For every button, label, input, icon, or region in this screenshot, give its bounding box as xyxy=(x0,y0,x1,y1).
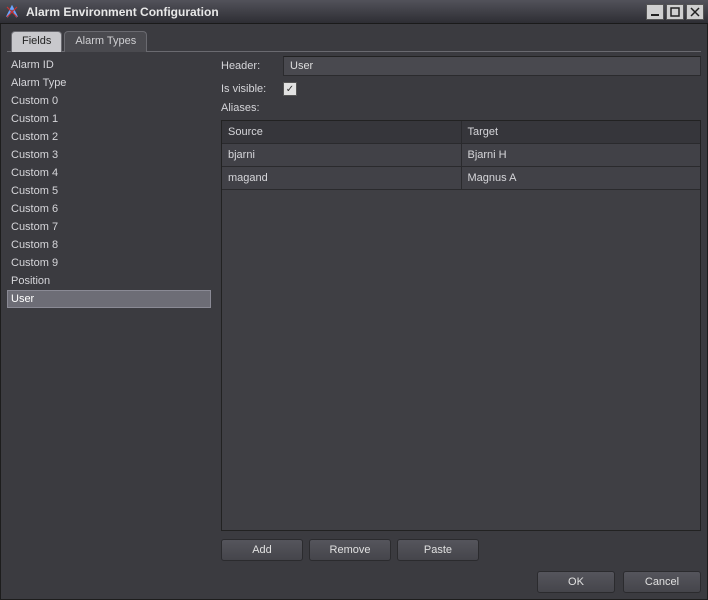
aliases-column-header[interactable]: Target xyxy=(462,121,701,143)
aliases-body: bjarniBjarni HmagandMagnus A xyxy=(222,144,700,530)
add-button[interactable]: Add xyxy=(221,539,303,561)
aliases-column-header[interactable]: Source xyxy=(222,121,462,143)
minimize-button[interactable] xyxy=(646,4,664,20)
tab-fields[interactable]: Fields xyxy=(11,31,62,52)
close-button[interactable] xyxy=(686,4,704,20)
tab-content: Alarm IDAlarm TypeCustom 0Custom 1Custom… xyxy=(7,52,701,561)
field-item[interactable]: Alarm Type xyxy=(7,74,211,92)
ok-button[interactable]: OK xyxy=(537,571,615,593)
aliases-row[interactable]: magandMagnus A xyxy=(222,167,700,190)
aliases-cell[interactable]: Magnus A xyxy=(462,167,701,189)
field-item[interactable]: Custom 5 xyxy=(7,182,211,200)
field-item[interactable]: Alarm ID xyxy=(7,56,211,74)
fields-list[interactable]: Alarm IDAlarm TypeCustom 0Custom 1Custom… xyxy=(7,56,211,561)
aliases-cell[interactable]: bjarni xyxy=(222,144,462,166)
aliases-label-row: Aliases: xyxy=(221,102,701,114)
field-item[interactable]: Custom 8 xyxy=(7,236,211,254)
aliases-table: SourceTarget bjarniBjarni HmagandMagnus … xyxy=(221,120,701,531)
header-row: Header: xyxy=(221,56,701,76)
header-input[interactable] xyxy=(283,56,701,76)
field-item[interactable]: Custom 1 xyxy=(7,110,211,128)
maximize-button[interactable] xyxy=(666,4,684,20)
paste-button[interactable]: Paste xyxy=(397,539,479,561)
window-controls xyxy=(646,4,704,20)
field-item[interactable]: Custom 7 xyxy=(7,218,211,236)
field-item[interactable]: Custom 2 xyxy=(7,128,211,146)
field-item[interactable]: Custom 4 xyxy=(7,164,211,182)
field-item[interactable]: Custom 9 xyxy=(7,254,211,272)
aliases-button-row: Add Remove Paste xyxy=(221,539,701,561)
cancel-button[interactable]: Cancel xyxy=(623,571,701,593)
aliases-label: Aliases: xyxy=(221,102,283,114)
tab-alarm-types[interactable]: Alarm Types xyxy=(64,31,147,52)
remove-button[interactable]: Remove xyxy=(309,539,391,561)
field-item[interactable]: Position xyxy=(7,272,211,290)
aliases-cell[interactable]: magand xyxy=(222,167,462,189)
window-title: Alarm Environment Configuration xyxy=(26,5,646,19)
aliases-row[interactable]: bjarniBjarni H xyxy=(222,144,700,167)
is-visible-checkbox[interactable]: ✓ xyxy=(283,82,297,96)
aliases-header-row: SourceTarget xyxy=(222,121,700,144)
app-icon xyxy=(4,4,20,20)
field-item[interactable]: Custom 6 xyxy=(7,200,211,218)
dialog-footer: OK Cancel xyxy=(7,561,701,593)
is-visible-label: Is visible: xyxy=(221,83,283,95)
right-panel: Header: Is visible: ✓ Aliases: SourceTar… xyxy=(221,56,701,561)
field-item[interactable]: User xyxy=(7,290,211,308)
aliases-cell[interactable]: Bjarni H xyxy=(462,144,701,166)
window-body: FieldsAlarm Types Alarm IDAlarm TypeCust… xyxy=(0,24,708,600)
titlebar: Alarm Environment Configuration xyxy=(0,0,708,24)
header-label: Header: xyxy=(221,60,283,72)
is-visible-row: Is visible: ✓ xyxy=(221,82,701,96)
field-item[interactable]: Custom 0 xyxy=(7,92,211,110)
tab-strip: FieldsAlarm Types xyxy=(7,30,701,52)
field-item[interactable]: Custom 3 xyxy=(7,146,211,164)
